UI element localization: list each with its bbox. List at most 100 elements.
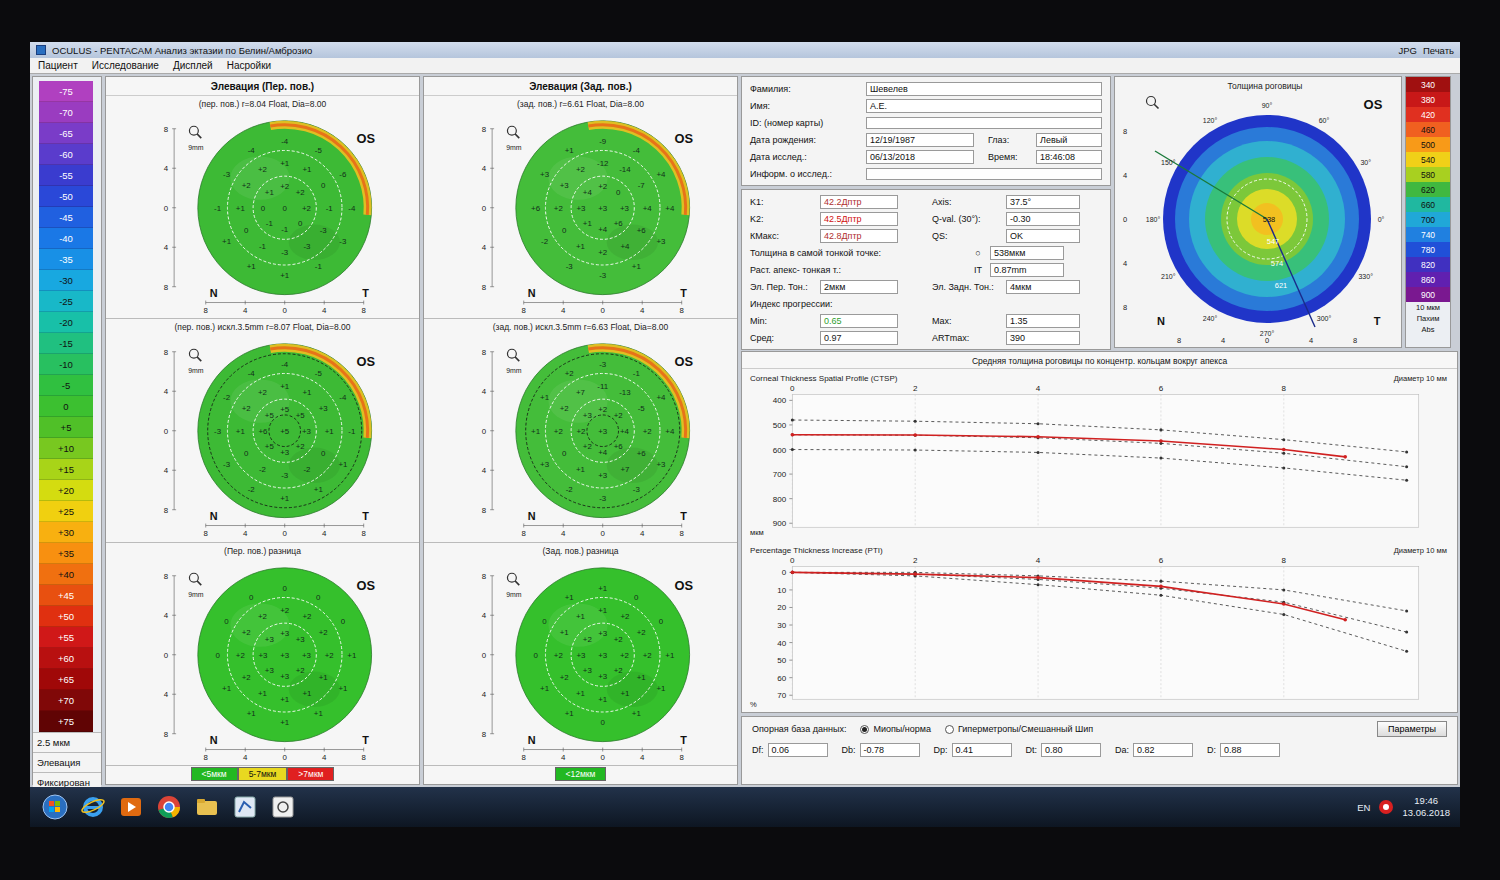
field-value[interactable]: Левый: [1036, 133, 1102, 147]
elevation-value: +2: [554, 204, 563, 213]
map-cell[interactable]: (пер. пов.) искл.3.5mm r=8.07 Float, Dia…: [106, 319, 419, 542]
elevation-value: -3: [599, 360, 607, 369]
elevation-value: -2: [259, 466, 266, 475]
flag-part: [55, 801, 60, 806]
media-icon: [118, 794, 144, 820]
folder-button[interactable]: [192, 792, 222, 822]
radio-dot[interactable]: [945, 725, 954, 734]
field-label: Эл. Пер. Тон.:: [750, 282, 816, 292]
menu-item[interactable]: Дисплей: [173, 60, 213, 71]
media-button[interactable]: [116, 792, 146, 822]
scale-cell: -40: [39, 228, 93, 249]
map-cell[interactable]: (зад. пов.) r=6.61 Float, Dia=8.00884400…: [424, 96, 737, 319]
field-value: 42.8Дптр: [820, 229, 898, 243]
scale-mode[interactable]: Элевация: [33, 752, 101, 772]
field-value[interactable]: [866, 168, 1102, 180]
browser-button[interactable]: [78, 792, 108, 822]
tick-mark: [490, 614, 494, 615]
tick-mark: [172, 733, 176, 734]
scale-cell: 900: [1406, 287, 1450, 302]
scale-label: +10: [58, 443, 74, 454]
axis-tick: 4: [243, 530, 248, 539]
axis-tick: 0: [164, 204, 169, 213]
scale-cell: +60: [39, 648, 93, 669]
scale-cell: 660: [1406, 197, 1450, 212]
field-value[interactable]: Шевелев: [866, 82, 1102, 96]
scale-label: 700: [1421, 215, 1435, 225]
field-value[interactable]: 18:46:08: [1036, 150, 1102, 164]
scale-cell: -5: [39, 375, 93, 396]
scale-cell: -30: [39, 270, 93, 291]
menu-item[interactable]: Исследование: [92, 60, 159, 71]
field-value[interactable]: [866, 117, 1102, 129]
scale-cell: +45: [39, 585, 93, 606]
temporal-label: T: [680, 287, 687, 299]
flag-part: [49, 807, 54, 812]
chrome-button[interactable]: [154, 792, 184, 822]
thickness-title: Толщина роговицы: [1228, 81, 1303, 91]
map-cell[interactable]: (Зад. пов.) разница8844004488+3+3+2+2+2+…: [424, 543, 737, 766]
pentacam-button[interactable]: [230, 792, 260, 822]
field-value[interactable]: А.Е.: [866, 99, 1102, 113]
language-indicator[interactable]: EN: [1357, 802, 1370, 813]
x-tick: 6: [1159, 556, 1164, 565]
elevation-value: +1: [576, 466, 585, 475]
menu-item[interactable]: Насройки: [227, 60, 271, 71]
database-radio[interactable]: Миопы/норма: [860, 724, 931, 734]
y-tick: 20: [777, 603, 786, 612]
scale-label: -60: [59, 149, 73, 160]
database-button[interactable]: Параметры: [1377, 721, 1447, 737]
elevation-value: +2: [319, 628, 328, 637]
elevation-value: +2: [554, 427, 563, 436]
field-label: Дата исслед.:: [750, 152, 862, 162]
eye-label: OS: [674, 131, 693, 146]
nasal-label: N: [1157, 315, 1165, 327]
axis-tick: 4: [243, 753, 248, 762]
field-label: Фамилия:: [750, 84, 862, 94]
toolbar-button[interactable]: JPG: [1398, 45, 1416, 56]
elevation-value: +1: [280, 271, 289, 280]
elevation-value: +4: [656, 393, 666, 402]
radio-dot[interactable]: [860, 725, 869, 734]
app-button[interactable]: [268, 792, 298, 822]
zoom-label: 9mm: [188, 591, 204, 598]
data-point: [1036, 575, 1040, 579]
tick-mark: [681, 747, 682, 751]
axis-tick: 4: [561, 753, 566, 762]
clock[interactable]: 19:4613.06.2018: [1402, 795, 1450, 819]
magnifier-icon: [189, 126, 201, 138]
map-cell[interactable]: (зад. пов.) искл.3.5mm r=6.63 Float, Dia…: [424, 319, 737, 542]
scale-label: -50: [59, 191, 73, 202]
field-value[interactable]: 12/19/1987: [866, 133, 974, 147]
axis-tick: 4: [482, 690, 487, 699]
tick-mark: [789, 589, 792, 590]
thickness-panel[interactable]: Толщина роговицы0°30°60°90°120°150°180°2…: [1114, 76, 1402, 348]
elevation-value: +1: [583, 219, 592, 228]
scale-cell: +75: [39, 711, 93, 732]
field-label: Da:: [1115, 745, 1129, 755]
elevation-value: -5: [315, 369, 323, 378]
elevation-value: +2: [280, 606, 289, 615]
axis-tick: 8: [482, 506, 487, 515]
database-radio[interactable]: Гиперметропы/Смешанный Шип: [945, 724, 1093, 734]
map-column-title: Элевация (Пер. пов.): [106, 77, 419, 96]
toolbar-button[interactable]: Печать: [1423, 45, 1454, 56]
field-label: Min:: [750, 316, 816, 326]
data-point: [791, 433, 795, 437]
index-field: Db:-0.78: [842, 743, 920, 757]
start-button[interactable]: [40, 792, 70, 822]
scale-footer[interactable]: Abs: [1406, 324, 1450, 335]
menu-item[interactable]: Пациент: [38, 60, 78, 71]
scale-cell: 420: [1406, 107, 1450, 122]
scale-footer[interactable]: Пахим: [1406, 313, 1450, 324]
axis-tick: 0: [482, 427, 487, 436]
elevation-value: +1: [632, 262, 641, 271]
axis-tick: 8: [680, 306, 685, 315]
field-label: ID: (номер карты): [750, 118, 862, 128]
map-cell[interactable]: (пер. пов.) r=8.04 Float, Dia=8.00884400…: [106, 96, 419, 319]
tick-mark: [490, 693, 494, 694]
scale-cell: 820: [1406, 257, 1450, 272]
field-value[interactable]: 06/13/2018: [866, 150, 974, 164]
map-cell[interactable]: (Пер. пов.) разница8844004488+3+3+3+3+2+…: [106, 543, 419, 766]
y-tick: 60: [777, 673, 786, 682]
